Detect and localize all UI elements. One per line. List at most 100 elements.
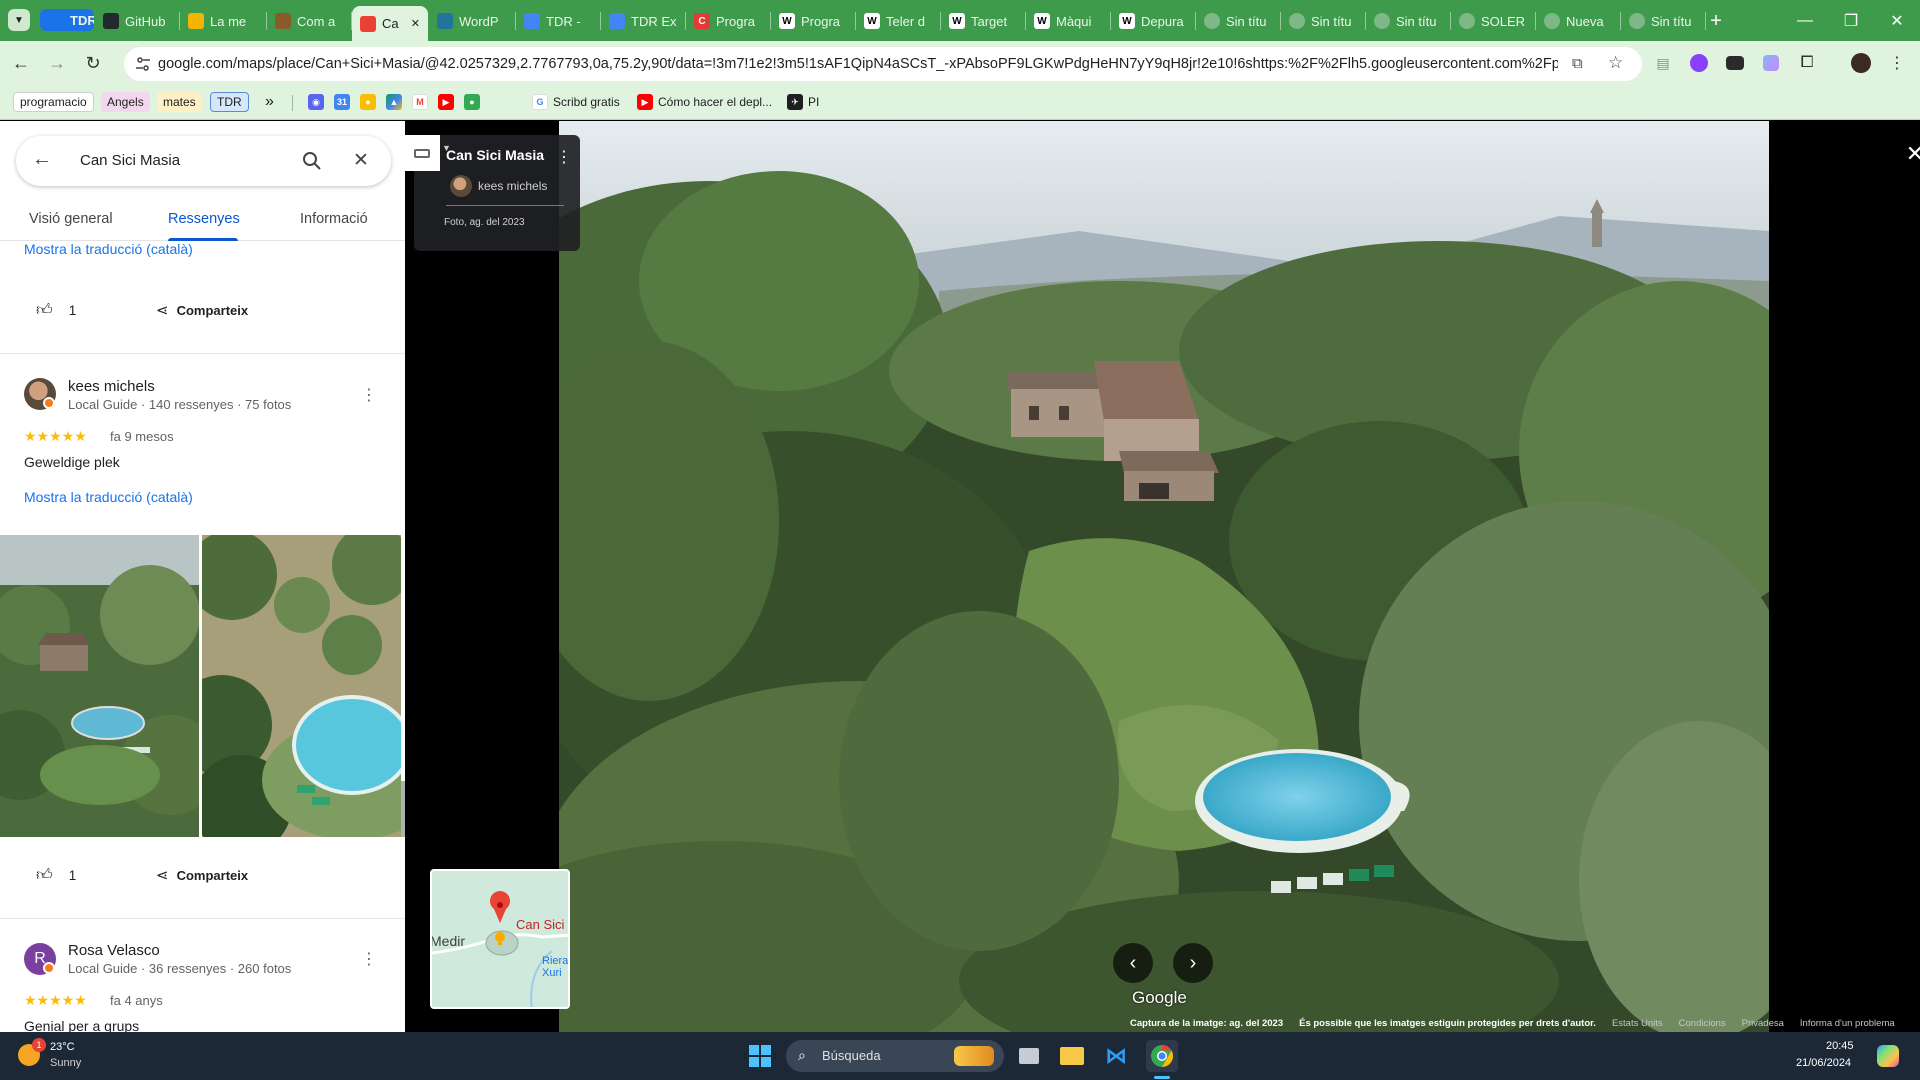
reload-button[interactable]: ↻ <box>78 48 108 78</box>
tab-search-button[interactable]: ▼ <box>8 9 30 31</box>
footer-terms-link[interactable]: Condicions <box>1679 1018 1726 1032</box>
like-button[interactable]: 👍︎ 1 <box>36 866 76 885</box>
new-tab-button[interactable]: + <box>1703 8 1729 34</box>
author-avatar[interactable] <box>450 175 472 197</box>
next-photo-button[interactable]: › <box>1173 943 1213 983</box>
browser-tab[interactable]: La me <box>180 6 266 36</box>
share-button[interactable]: ⋖ Comparteix <box>156 866 248 884</box>
back-arrow-icon[interactable]: ← <box>32 148 52 171</box>
search-icon[interactable] <box>302 151 322 171</box>
tab-reviews[interactable]: Ressenyes <box>168 211 240 227</box>
copilot-button[interactable] <box>1872 1040 1904 1072</box>
site-info-icon[interactable] <box>135 56 151 72</box>
photo-author[interactable]: kees michels <box>478 179 547 193</box>
browser-tab[interactable]: Sin títu <box>1621 6 1705 36</box>
restore-button[interactable]: ❐ <box>1828 0 1874 41</box>
task-view-button[interactable] <box>1013 1040 1045 1072</box>
forward-button[interactable]: → <box>42 48 72 78</box>
tab-about[interactable]: Informació <box>300 211 368 227</box>
extensions-puzzle-icon[interactable]: ⧠ <box>1795 51 1819 75</box>
bookmark-maps[interactable]: ● <box>464 91 485 113</box>
close-window-button[interactable]: ✕ <box>1874 0 1920 41</box>
start-button[interactable] <box>744 1040 776 1072</box>
close-viewer-button[interactable]: ✕ <box>1900 139 1920 169</box>
view-mode-button[interactable] <box>404 135 440 171</box>
back-button[interactable]: ← <box>6 48 36 78</box>
address-bar[interactable]: google.com/maps/place/Can+Sici+Masia/@42… <box>124 47 1642 81</box>
review-photo-2[interactable] <box>202 535 401 837</box>
browser-tab[interactable]: W Target <box>941 6 1025 36</box>
weather-widget[interactable]: 1 23°C Sunny <box>18 1038 138 1074</box>
bookmark-gmail[interactable]: M <box>412 91 433 113</box>
share-button[interactable]: ⋖ Comparteix <box>156 301 248 319</box>
taskbar-search-box[interactable]: ⌕ Búsqueda <box>786 1040 1004 1072</box>
footer-report-link[interactable]: Informa d'un problema <box>1800 1018 1895 1032</box>
chrome-menu-icon[interactable]: ⋮ <box>1885 51 1909 75</box>
close-tab-icon[interactable]: ✕ <box>411 17 420 30</box>
bookmark-discord[interactable]: ◉ <box>308 91 329 113</box>
mini-map[interactable]: Can Sici Medir Riera Xuri <box>430 869 570 1009</box>
reviewer-name[interactable]: Rosa Velasco <box>68 942 160 959</box>
bookmark-drive[interactable]: ▲ <box>386 91 407 113</box>
photo-place-title[interactable]: Can Sici Masia <box>446 147 544 163</box>
photo-more-options-icon[interactable]: ⋮ <box>556 147 572 167</box>
browser-tab[interactable]: TDR Ex <box>601 6 685 36</box>
bookmark-folder-programacio[interactable]: programacio <box>13 91 94 113</box>
bookmark-pi[interactable]: ✈ PI <box>787 91 819 113</box>
reading-list-icon[interactable]: ▤ <box>1651 51 1675 75</box>
browser-tab[interactable]: GitHub <box>95 6 179 36</box>
footer-privacy-link[interactable]: Privadesa <box>1742 1018 1784 1032</box>
extension-gradient-icon[interactable] <box>1759 51 1783 75</box>
more-options-icon[interactable]: ⋮ <box>359 950 379 970</box>
browser-tab[interactable]: W Teler d <box>856 6 940 36</box>
bookmark-folder-mates[interactable]: mates <box>157 91 202 113</box>
bookmarks-more-button[interactable]: » <box>265 91 274 113</box>
minimize-button[interactable]: — <box>1782 0 1828 41</box>
maps-search-box[interactable]: ← Can Sici Masia ✕ <box>16 136 391 186</box>
bookmark-star-icon[interactable]: ☆ <box>1608 53 1623 73</box>
browser-tab[interactable]: Sin títu <box>1366 6 1450 36</box>
chrome-button[interactable] <box>1146 1040 1178 1072</box>
main-photo[interactable] <box>559 121 1769 1032</box>
reviewer-name[interactable]: kees michels <box>68 378 155 395</box>
more-options-icon[interactable]: ⋮ <box>359 386 379 406</box>
browser-tab[interactable]: TDR <box>40 9 94 31</box>
browser-tab[interactable]: W Depura <box>1111 6 1195 36</box>
install-app-icon[interactable]: ⧉ <box>1572 55 1583 72</box>
bookmark-folder-angels[interactable]: Angels <box>101 91 150 113</box>
photo-scrollbar[interactable] <box>401 781 405 837</box>
browser-tab[interactable]: Sin títu <box>1281 6 1365 36</box>
translate-link[interactable]: Mostra la traducció (català) <box>24 241 193 257</box>
clock-time[interactable]: 20:45 <box>1826 1040 1854 1052</box>
tab-overview[interactable]: Visió general <box>29 211 113 227</box>
bookmark-keep[interactable]: ● <box>360 91 381 113</box>
file-explorer-button[interactable] <box>1056 1040 1088 1072</box>
bookmark-deploy-video[interactable]: ▶ Cómo hacer el depl... <box>637 91 772 113</box>
translate-link[interactable]: Mostra la traducció (català) <box>24 489 193 505</box>
browser-tab[interactable]: WordP <box>429 6 515 36</box>
like-button[interactable]: 👍︎ 1 <box>36 301 76 320</box>
previous-photo-button[interactable]: ‹ <box>1113 943 1153 983</box>
footer-country-link[interactable]: Estats Units <box>1612 1018 1663 1032</box>
extension-dark-icon[interactable] <box>1723 51 1747 75</box>
bookmark-scribd[interactable]: G Scribd gratis <box>532 91 620 113</box>
extension-purple-icon[interactable] <box>1687 51 1711 75</box>
review-photo-1[interactable] <box>0 535 199 837</box>
browser-tab[interactable]: C Progra <box>686 6 770 36</box>
browser-tab[interactable]: Sin títu <box>1196 6 1280 36</box>
bookmark-calendar[interactable]: 31 <box>334 91 355 113</box>
profile-avatar[interactable] <box>1849 51 1873 75</box>
clear-search-icon[interactable]: ✕ <box>353 149 369 172</box>
vscode-button[interactable]: ⋈ <box>1100 1040 1132 1072</box>
browser-tab[interactable]: Com a <box>267 6 351 36</box>
browser-tab[interactable]: SOLER <box>1451 6 1535 36</box>
bookmark-folder-tdr[interactable]: TDR <box>210 91 249 113</box>
browser-tab[interactable]: Nueva <box>1536 6 1620 36</box>
browser-tab[interactable]: Ca ✕ <box>352 6 428 41</box>
browser-tab[interactable]: TDR - <box>516 6 600 36</box>
browser-tab[interactable]: W Màqui <box>1026 6 1110 36</box>
search-input[interactable]: Can Sici Masia <box>80 152 180 169</box>
bookmark-youtube[interactable]: ▶ <box>438 91 459 113</box>
clock-date[interactable]: 21/06/2024 <box>1796 1057 1851 1069</box>
browser-tab[interactable]: W Progra <box>771 6 855 36</box>
